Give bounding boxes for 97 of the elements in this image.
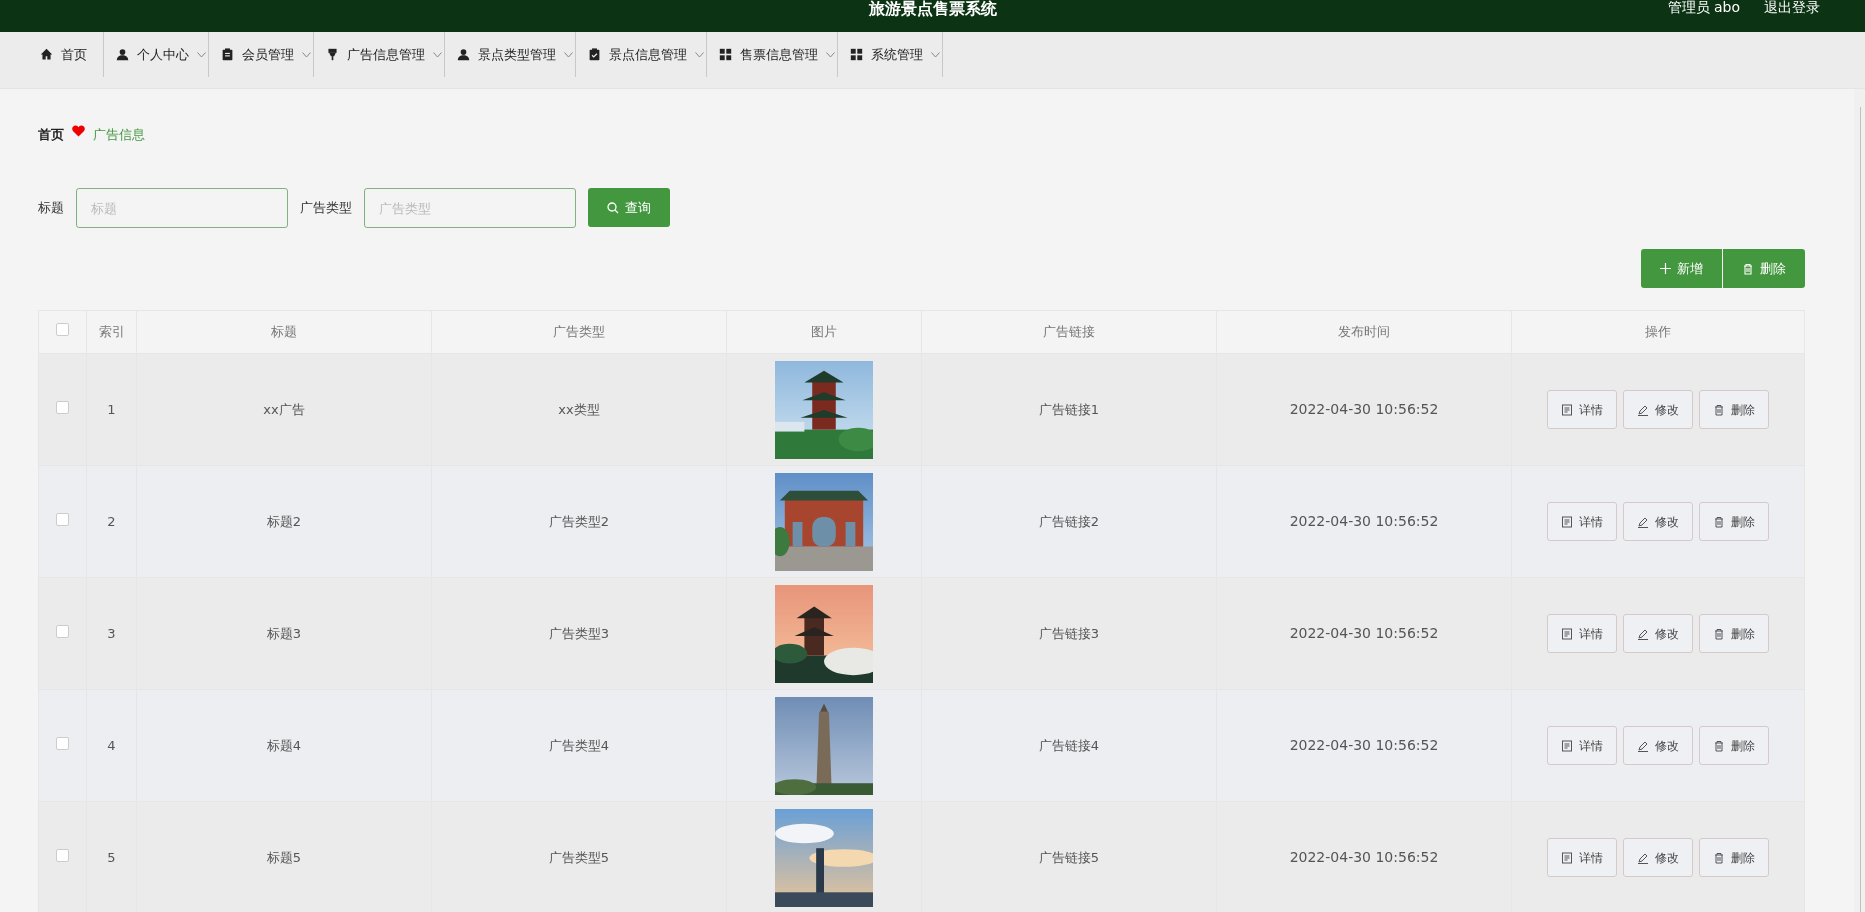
plus-icon <box>1660 263 1671 274</box>
edit-button[interactable]: 修改 <box>1623 838 1693 877</box>
table-cell: 2022-04-30 10:56:52 <box>1289 849 1439 865</box>
pencil-icon <box>1637 627 1649 640</box>
delete-button[interactable]: 删除 <box>1699 614 1769 653</box>
user-name: 管理员 abo <box>1667 0 1740 14</box>
table-cell: xx类型 <box>558 401 600 417</box>
trash-icon <box>1713 515 1725 528</box>
column-header: 图片 <box>811 324 837 340</box>
checkbox[interactable] <box>56 400 69 414</box>
table-cell: 广告类型2 <box>548 513 610 529</box>
nav-item[interactable]: 售票信息管理 <box>707 32 838 77</box>
grid-icon <box>719 48 732 61</box>
delete-button[interactable]: 删除 <box>1699 502 1769 541</box>
document-icon <box>1561 851 1573 864</box>
document-icon <box>1561 739 1573 752</box>
table-cell: 标题5 <box>266 849 302 865</box>
checkbox[interactable] <box>56 848 69 862</box>
checklist-icon <box>588 48 601 61</box>
table-cell: 2022-04-30 10:56:52 <box>1289 401 1439 417</box>
app-title: 旅游景点售票系统 <box>868 0 997 20</box>
user-icon <box>116 48 129 61</box>
field-label: 广告类型 <box>300 199 352 217</box>
table-cell: 广告类型3 <box>548 625 610 641</box>
column-header: 发布时间 <box>1338 324 1390 340</box>
clipboard-icon <box>221 48 234 61</box>
trash-icon <box>1742 262 1754 275</box>
trash-icon <box>1713 627 1725 640</box>
nav-item[interactable]: 景点类型管理 <box>445 32 576 77</box>
edit-button[interactable]: 修改 <box>1623 390 1693 429</box>
trash-icon <box>1713 403 1725 416</box>
search-button[interactable]: 查询 <box>588 188 670 227</box>
delete-button[interactable]: 删除 <box>1699 726 1769 765</box>
nav-item[interactable]: 景点信息管理 <box>576 32 707 77</box>
trash-icon <box>1713 739 1725 752</box>
column-header: 广告类型 <box>553 324 605 340</box>
column-header: 索引 <box>98 324 125 340</box>
table-cell: 2 <box>107 513 116 529</box>
table-cell: 2022-04-30 10:56:52 <box>1289 513 1439 529</box>
document-icon <box>1561 627 1573 640</box>
search-icon <box>607 201 619 214</box>
table-cell: 广告类型4 <box>548 737 610 753</box>
details-button[interactable]: 详情 <box>1547 390 1617 429</box>
table-cell: 广告链接1 <box>1038 401 1100 417</box>
table-cell: 4 <box>107 737 116 753</box>
table-cell: 广告类型5 <box>548 849 610 865</box>
table-cell: 广告链接2 <box>1038 513 1100 529</box>
nav-item[interactable]: 个人中心 <box>104 32 209 77</box>
breadcrumb-current[interactable]: 广告信息 <box>93 125 145 145</box>
delete-button[interactable]: 删除 <box>1699 390 1769 429</box>
table-cell: 标题3 <box>266 625 302 641</box>
table-cell: 广告链接4 <box>1038 737 1100 753</box>
pencil-icon <box>1637 851 1649 864</box>
nav-item[interactable]: 首页 <box>28 32 104 77</box>
grid-icon <box>850 48 863 61</box>
breadcrumb-link[interactable]: 首页 <box>38 125 64 145</box>
home-icon <box>40 48 53 61</box>
table-cell: 2022-04-30 10:56:52 <box>1289 625 1439 641</box>
table-cell: 3 <box>107 625 116 641</box>
logout-link[interactable]: 退出登录 <box>1764 0 1820 14</box>
field-label: 标题 <box>38 199 64 217</box>
checkbox[interactable] <box>56 624 69 638</box>
column-header: 操作 <box>1645 324 1671 340</box>
checkbox[interactable] <box>56 512 69 526</box>
checkbox[interactable] <box>56 323 69 337</box>
details-button[interactable]: 详情 <box>1547 726 1617 765</box>
column-header: 标题 <box>271 324 297 340</box>
table-cell: 标题4 <box>266 737 302 753</box>
document-icon <box>1561 403 1573 416</box>
nav-item[interactable]: 广告信息管理 <box>314 32 445 77</box>
table-cell: 5 <box>107 849 116 865</box>
details-button[interactable]: 详情 <box>1547 614 1617 653</box>
table-cell: 广告链接3 <box>1038 625 1100 641</box>
trash-icon <box>1713 851 1725 864</box>
delete-button[interactable]: 删除 <box>1723 249 1805 288</box>
heart-icon <box>72 125 85 137</box>
table-cell: 1 <box>107 401 116 417</box>
user-icon <box>457 48 470 61</box>
column-header: 广告链接 <box>1043 324 1095 340</box>
checkbox[interactable] <box>56 736 69 750</box>
pencil-icon <box>1637 403 1649 416</box>
edit-button[interactable]: 修改 <box>1623 726 1693 765</box>
table-cell: xx广告 <box>263 401 305 417</box>
pencil-icon <box>1637 739 1649 752</box>
details-button[interactable]: 详情 <box>1547 502 1617 541</box>
delete-button[interactable]: 删除 <box>1699 838 1769 877</box>
details-button[interactable]: 详情 <box>1547 838 1617 877</box>
nav-item[interactable]: 系统管理 <box>838 32 943 77</box>
table-cell: 2022-04-30 10:56:52 <box>1289 737 1439 753</box>
table-cell: 标题2 <box>266 513 302 529</box>
edit-button[interactable]: 修改 <box>1623 502 1693 541</box>
edit-button[interactable]: 修改 <box>1623 614 1693 653</box>
pencil-icon <box>1637 515 1649 528</box>
nav-item[interactable]: 会员管理 <box>209 32 314 77</box>
table-cell: 广告链接5 <box>1038 849 1100 865</box>
document-icon <box>1561 515 1573 528</box>
add-button[interactable]: 新增 <box>1641 249 1722 288</box>
